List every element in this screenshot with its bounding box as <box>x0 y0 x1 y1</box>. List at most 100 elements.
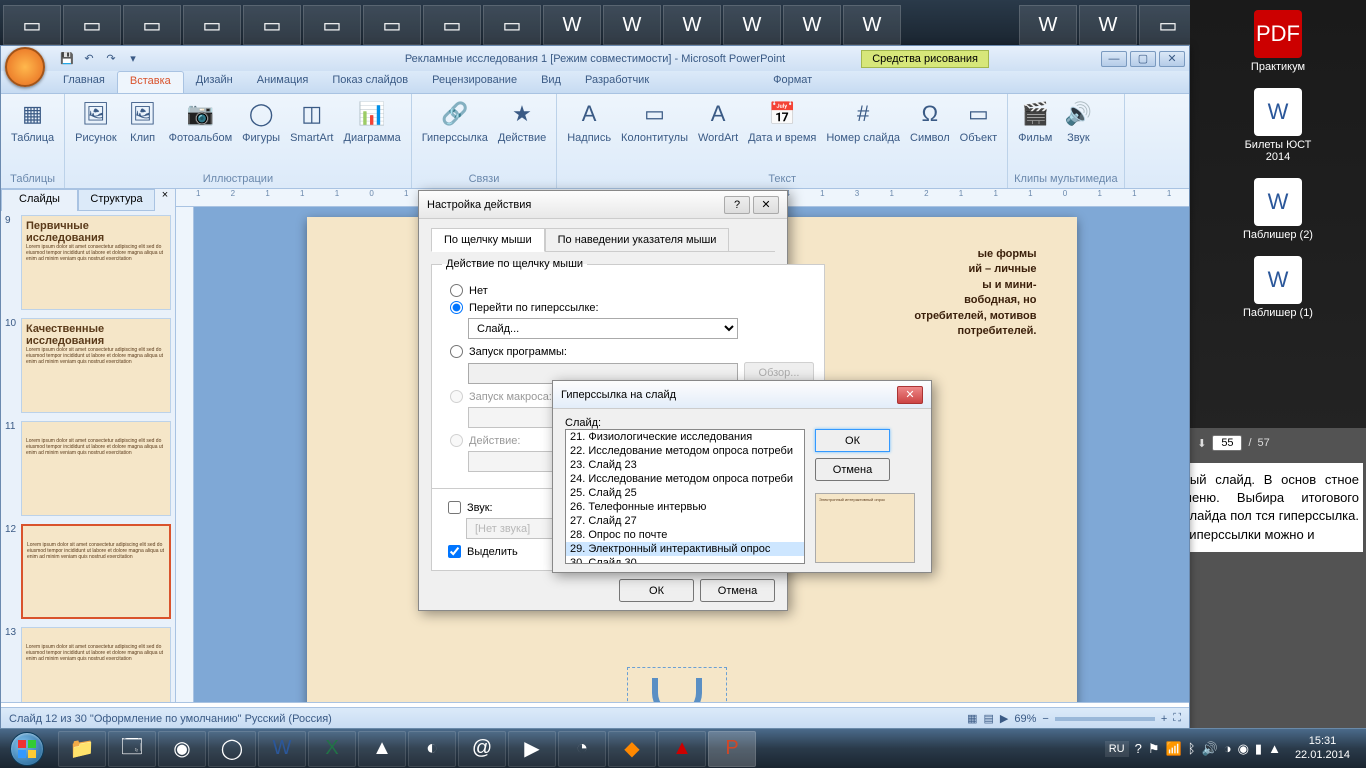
ribbon-номер-слайда-button[interactable]: #Номер слайда <box>822 96 904 173</box>
dialog-titlebar[interactable]: Настройка действия ? ✕ <box>419 191 787 219</box>
zoom-slider[interactable] <box>1055 717 1155 721</box>
ribbon-клип-button[interactable]: 🖼Клип <box>123 96 163 173</box>
thumb-item[interactable]: ▭ <box>123 5 181 45</box>
slide-list-item[interactable]: 26. Телефонные интервью <box>566 500 804 514</box>
taskbar-media-icon[interactable]: ▶ <box>508 731 556 767</box>
cancel-button[interactable]: Отмена <box>700 579 775 602</box>
tray-icon[interactable]: ◉ <box>1238 741 1249 757</box>
tray-icon[interactable]: ◑ <box>1224 741 1232 756</box>
minimize-button[interactable]: — <box>1101 51 1127 67</box>
ribbon-smartart-button[interactable]: ◫SmartArt <box>286 96 337 173</box>
slide-list-item[interactable]: 21. Физиологические исследования <box>566 430 804 444</box>
panel-close-icon[interactable]: × <box>155 189 175 211</box>
tray-bluetooth-icon[interactable]: ᛒ <box>1188 741 1196 756</box>
slide-list-item[interactable]: 28. Опрос по почте <box>566 528 804 542</box>
language-indicator[interactable]: RU <box>1105 741 1129 757</box>
view-slideshow-icon[interactable]: ▶ <box>1000 712 1008 725</box>
thumb-item[interactable]: W <box>843 5 901 45</box>
taskbar-word-icon[interactable]: W <box>258 731 306 767</box>
thumb-item[interactable]: ▭ <box>363 5 421 45</box>
hyperlink-select[interactable]: Слайд... <box>468 318 738 339</box>
slide-list-item[interactable]: 27. Слайд 27 <box>566 514 804 528</box>
pdf-nav-down-icon[interactable]: ⬇ <box>1197 437 1206 450</box>
selected-shape[interactable] <box>627 667 727 702</box>
ribbon-колонтитулы-button[interactable]: ▭Колонтитулы <box>617 96 692 173</box>
tab-review[interactable]: Рецензирование <box>420 71 529 93</box>
tray-flag-icon[interactable]: ⚑ <box>1148 741 1160 757</box>
desktop-icon[interactable]: PDFПрактикум <box>1238 10 1318 73</box>
thumb-item[interactable]: W <box>723 5 781 45</box>
ribbon-фигуры-button[interactable]: ◯Фигуры <box>238 96 284 173</box>
qa-more-icon[interactable]: ▾ <box>123 49 143 69</box>
slide-thumbnail[interactable]: 12Lorem ipsum dolor sit amet consectetur… <box>5 524 171 619</box>
ribbon-wordart-button[interactable]: AWordArt <box>694 96 742 173</box>
pdf-page-input[interactable] <box>1212 435 1242 451</box>
thumbnails[interactable]: 9Первичные исследованияLorem ipsum dolor… <box>1 211 175 702</box>
ribbon-действие-button[interactable]: ★Действие <box>494 96 550 173</box>
taskbar-excel-icon[interactable]: X <box>308 731 356 767</box>
office-button[interactable] <box>5 47 45 87</box>
radio-hyperlink-label[interactable]: Перейти по гиперссылке: <box>469 302 599 314</box>
taskbar-explorer-icon[interactable]: 📁 <box>58 731 106 767</box>
undo-icon[interactable]: ↶ <box>79 49 99 69</box>
outline-tab[interactable]: Структура <box>78 189 155 211</box>
dialog2-titlebar[interactable]: Гиперссылка на слайд ✕ <box>553 381 931 409</box>
dialog2-close-button[interactable]: ✕ <box>897 386 923 404</box>
tab-developer[interactable]: Разработчик <box>573 71 661 93</box>
tray-icon[interactable]: ▲ <box>1268 741 1281 756</box>
taskbar-powerpoint-icon[interactable]: P <box>708 731 756 767</box>
tab-format[interactable]: Формат <box>761 71 824 93</box>
ribbon-рисунок-button[interactable]: 🖼Рисунок <box>71 96 121 173</box>
thumb-item[interactable]: W <box>1079 5 1137 45</box>
taskbar-app-icon[interactable]: ◔ <box>558 731 606 767</box>
titlebar[interactable]: 💾 ↶ ↷ ▾ Рекламные исследования 1 [Режим … <box>1 46 1189 71</box>
tab-slideshow[interactable]: Показ слайдов <box>320 71 420 93</box>
ok-button[interactable]: ОК <box>619 579 694 602</box>
thumb-item[interactable]: ▭ <box>1139 5 1197 45</box>
thumb-item[interactable]: ▭ <box>243 5 301 45</box>
highlight-label[interactable]: Выделить <box>467 546 518 558</box>
tray-network-icon[interactable]: 📶 <box>1166 741 1182 757</box>
ribbon-надпись-button[interactable]: AНадпись <box>563 96 615 173</box>
dialog2-ok-button[interactable]: ОК <box>815 429 890 452</box>
dialog-help-button[interactable]: ? <box>724 196 750 214</box>
ribbon-объект-button[interactable]: ▭Объект <box>956 96 1001 173</box>
desktop-icon[interactable]: WПаблишер (1) <box>1238 256 1318 319</box>
view-normal-icon[interactable]: ▦ <box>967 712 977 725</box>
slides-tab[interactable]: Слайды <box>1 189 78 211</box>
desktop-icon[interactable]: WБилеты ЮСТ 2014 <box>1238 88 1318 163</box>
thumb-item[interactable]: W <box>543 5 601 45</box>
ribbon-фильм-button[interactable]: 🎬Фильм <box>1014 96 1056 173</box>
slide-list-item[interactable]: 25. Слайд 25 <box>566 486 804 500</box>
slide-thumbnail[interactable]: 11Lorem ipsum dolor sit amet consectetur… <box>5 421 171 516</box>
close-button[interactable]: ✕ <box>1159 51 1185 67</box>
tab-design[interactable]: Дизайн <box>184 71 245 93</box>
radio-run-program-label[interactable]: Запуск программы: <box>469 346 567 358</box>
zoom-value[interactable]: 69% <box>1014 713 1036 725</box>
thumb-item[interactable]: ▭ <box>303 5 361 45</box>
thumb-item[interactable]: W <box>783 5 841 45</box>
slide-thumbnail[interactable]: 9Первичные исследованияLorem ipsum dolor… <box>5 215 171 310</box>
dialog-close-button[interactable]: ✕ <box>753 196 779 214</box>
slide-thumbnail[interactable]: 10Качественные исследованияLorem ipsum d… <box>5 318 171 413</box>
thumb-item[interactable]: ▭ <box>3 5 61 45</box>
thumb-item[interactable]: ▭ <box>423 5 481 45</box>
taskbar-mail-icon[interactable]: @ <box>458 731 506 767</box>
radio-none-label[interactable]: Нет <box>469 285 488 297</box>
taskbar-chrome-icon[interactable]: ◯ <box>208 731 256 767</box>
tray-battery-icon[interactable]: ▮ <box>1255 741 1262 757</box>
dialog-tab-hover[interactable]: По наведении указателя мыши <box>545 228 730 252</box>
ribbon-звук-button[interactable]: 🔊Звук <box>1058 96 1098 173</box>
thumb-item[interactable]: ▭ <box>63 5 121 45</box>
ribbon-дата-и-время-button[interactable]: 📅Дата и время <box>744 96 820 173</box>
tray-volume-icon[interactable]: 🔊 <box>1202 741 1218 757</box>
dialog-tab-click[interactable]: По щелчку мыши <box>431 228 545 252</box>
ribbon-таблица-button[interactable]: ▦Таблица <box>7 96 58 173</box>
ribbon-гиперссылка-button[interactable]: 🔗Гиперссылка <box>418 96 492 173</box>
view-sorter-icon[interactable]: ▤ <box>984 712 994 725</box>
taskbar-app-icon[interactable]: ◉ <box>158 731 206 767</box>
redo-icon[interactable]: ↷ <box>101 49 121 69</box>
ribbon-фотоальбом-button[interactable]: 📷Фотоальбом <box>165 96 237 173</box>
tray-help-icon[interactable]: ? <box>1135 741 1142 756</box>
taskbar-clock[interactable]: 15:31 22.01.2014 <box>1287 735 1358 761</box>
